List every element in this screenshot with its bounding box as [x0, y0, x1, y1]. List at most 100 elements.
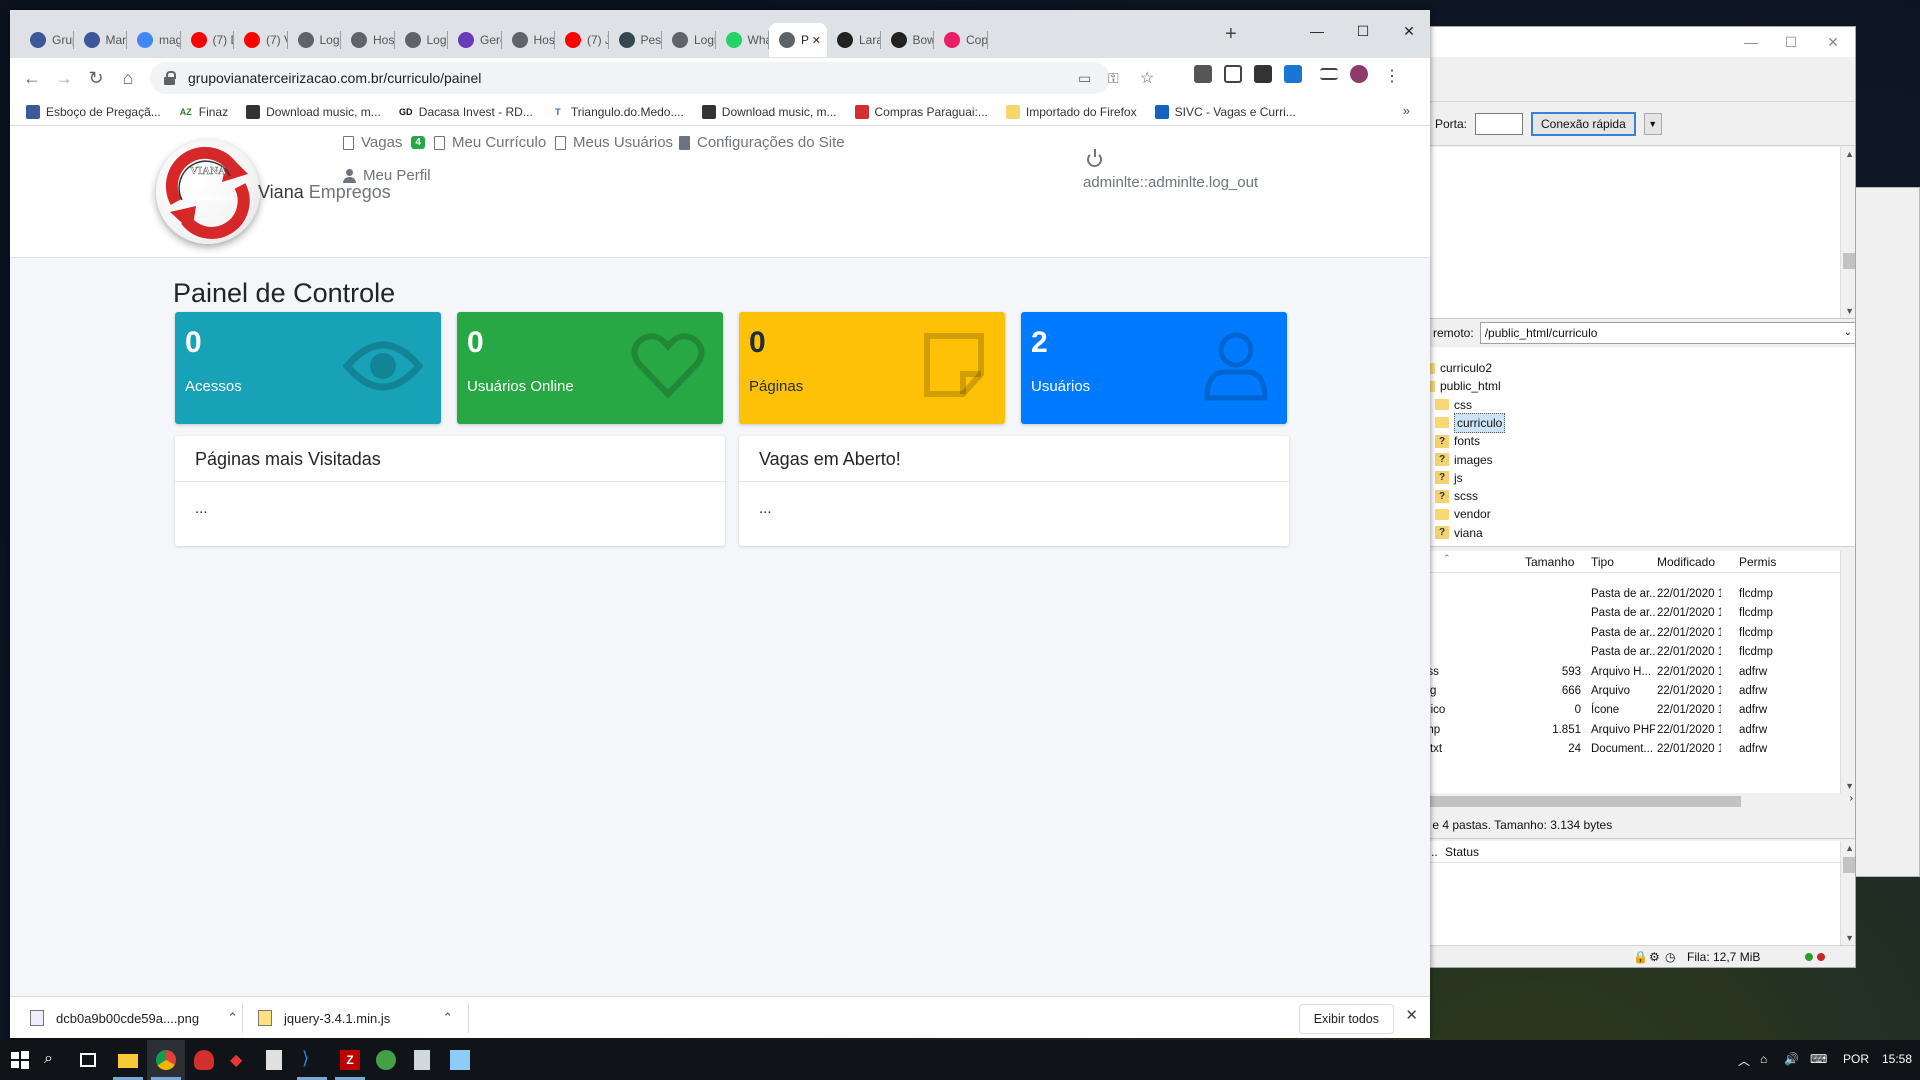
tab[interactable]: Gere — [448, 23, 502, 57]
app-git-icon[interactable]: ◆ — [230, 1050, 250, 1070]
star-icon[interactable]: ☆ — [1140, 68, 1154, 88]
tree-item[interactable]: ? js — [1435, 469, 1463, 487]
file-row[interactable]: rPasta de ar...22/01/2020 15:...flcdmp — [1421, 643, 1841, 662]
minimize-icon[interactable]: — — [1294, 16, 1340, 46]
calculator-icon[interactable] — [266, 1050, 282, 1070]
power-icon[interactable] — [1087, 149, 1102, 167]
tree-scrollbar[interactable] — [1845, 347, 1855, 546]
menu-dots-icon[interactable]: ⋮ — [1384, 66, 1400, 86]
site-brand[interactable]: Viana Empregos — [258, 182, 391, 203]
tab[interactable]: Larav — [827, 23, 881, 57]
file-explorer-icon[interactable] — [118, 1054, 138, 1068]
col-perms[interactable]: Permis — [1739, 555, 1776, 569]
tab[interactable]: P ✕ — [769, 23, 827, 57]
logout-link[interactable]: adminlte::adminlte.log_out — [1083, 174, 1258, 191]
volume-icon[interactable]: 🔊 — [1784, 1052, 1799, 1066]
bookmark-item[interactable]: AZ Finaz — [179, 105, 228, 119]
tab[interactable]: Bow — [881, 23, 934, 57]
filezilla-icon[interactable]: Z — [340, 1050, 360, 1070]
info-box-paginas[interactable]: 0 Páginas — [739, 312, 1005, 424]
chrome-icon[interactable] — [156, 1050, 176, 1070]
home-icon[interactable]: ⌂ — [112, 62, 144, 94]
address-bar[interactable]: grupovianaterceirizacao.com.br/curriculo… — [150, 62, 1154, 94]
port-input[interactable] — [1475, 112, 1524, 135]
windows-start-icon[interactable] — [10, 1050, 30, 1070]
bookmark-item[interactable]: SIVC - Vagas e Curri... — [1154, 104, 1296, 119]
tab[interactable]: Copy — [934, 23, 988, 57]
tab[interactable]: Grup — [20, 23, 74, 57]
cast-icon[interactable]: ▭ — [1078, 70, 1091, 87]
tree-item[interactable]: ? scss — [1435, 487, 1478, 505]
file-row[interactable]: s.txt24Document...22/01/2020 11:...adfrw — [1421, 740, 1841, 759]
clock[interactable]: 15:58 — [1882, 1052, 1912, 1066]
tab[interactable]: Logi — [395, 23, 448, 57]
file-list-hscrollbar[interactable]: › — [1421, 793, 1855, 810]
chevron-up-icon[interactable]: ⌃ — [442, 1010, 453, 1026]
close-icon[interactable]: ✕ — [1386, 16, 1430, 46]
tab[interactable]: Pess — [609, 23, 662, 57]
reading-list-icon[interactable] — [1320, 68, 1338, 80]
tree-item[interactable]: vendor — [1435, 505, 1491, 523]
col-type[interactable]: Tipo — [1591, 555, 1614, 569]
site-logo[interactable]: VIANA TERCEIRIZAÇÃO — [156, 140, 260, 244]
info-box-usuarios[interactable]: 2 Usuários — [1021, 312, 1287, 424]
download-item[interactable]: jquery-3.4.1.min.js ⌃ — [258, 1005, 453, 1031]
log-scrollbar[interactable]: ▲ ▼ — [1840, 147, 1855, 318]
nav-meu-perfil[interactable]: Meu Perfil — [343, 167, 431, 184]
bookmark-item[interactable]: Download music, m... — [701, 104, 837, 119]
file-row[interactable]: Pasta de ar...22/01/2020 11:... flcdmp — [1421, 585, 1841, 604]
tree-item[interactable]: ? images — [1435, 451, 1493, 469]
minimize-icon[interactable]: — — [1731, 31, 1771, 53]
file-row[interactable]: Pasta de ar...22/01/2020 11:... flcdmp — [1421, 604, 1841, 623]
tree-item[interactable]: public_html — [1421, 377, 1501, 395]
extension-screenshot-icon[interactable] — [1224, 65, 1242, 83]
lock-icon[interactable] — [164, 71, 176, 85]
remote-path-input[interactable]: /public_html/curriculo ⌄ — [1479, 322, 1855, 344]
forward-arrow-icon[interactable]: → — [48, 62, 80, 94]
keyboard-icon[interactable]: ⌨ — [1810, 1052, 1827, 1066]
extension-help-icon[interactable] — [1194, 65, 1212, 83]
back-arrow-icon[interactable]: ← — [16, 62, 48, 94]
maximize-icon[interactable]: ☐ — [1340, 16, 1386, 46]
queue-col-status[interactable]: Status — [1445, 845, 1479, 859]
tree-item[interactable]: ? viana — [1435, 524, 1483, 542]
search-icon[interactable]: ⌕ — [44, 1050, 64, 1070]
extension-sync-icon[interactable] — [1284, 65, 1302, 83]
col-size[interactable]: Tamanho — [1525, 555, 1574, 569]
tab[interactable]: Logi — [288, 23, 341, 57]
app-flame-icon[interactable] — [194, 1050, 214, 1070]
tree-item[interactable]: curriculo — [1435, 412, 1506, 433]
tab[interactable]: (7) Je — [555, 23, 609, 57]
info-box-acessos[interactable]: 0 Acessos — [175, 312, 441, 424]
file-row[interactable]: n.ico0Ícone22/01/2020 11:...adfrw — [1421, 701, 1841, 720]
nav-meus-usuarios[interactable]: Meus Usuários — [555, 134, 673, 151]
close-tab-icon[interactable]: ✕ — [812, 34, 821, 47]
tree-item[interactable]: ? fonts — [1435, 432, 1480, 450]
notepad-icon[interactable] — [414, 1050, 430, 1070]
tray-chevron-icon[interactable]: ︿ — [1738, 1052, 1750, 1069]
show-all-downloads-button[interactable]: Exibir todos — [1298, 1004, 1394, 1034]
tree-item[interactable]: curriculo2 — [1421, 359, 1492, 377]
tab[interactable]: magi — [127, 23, 181, 57]
avatar[interactable] — [1350, 65, 1368, 83]
queue-scrollbar[interactable]: ▲ ▼ — [1840, 841, 1855, 945]
file-row[interactable]: log666Arquivo22/01/2020 11:...adfrw — [1421, 682, 1841, 701]
task-view-icon[interactable] — [80, 1053, 96, 1067]
nav-meu-curriculo[interactable]: Meu Currículo — [434, 134, 546, 151]
file-list-scrollbar[interactable]: ▼ — [1840, 551, 1855, 793]
file-row[interactable]: ess593Arquivo H...22/01/2020 11:...adfrw — [1421, 663, 1841, 682]
bookmark-item[interactable]: Esboço de Pregaçã... — [26, 104, 161, 119]
tab[interactable]: Host — [502, 23, 555, 57]
bookmark-item[interactable]: GD Dacasa Invest - RD... — [399, 105, 533, 119]
tab[interactable]: Logi — [662, 23, 716, 57]
tab[interactable]: Host — [341, 23, 395, 57]
app-green-icon[interactable] — [376, 1050, 396, 1070]
chevron-up-icon[interactable]: ⌃ — [227, 1010, 238, 1026]
close-icon[interactable]: ✕ — [1813, 31, 1853, 53]
download-item[interactable]: dcb0a9b00cde59a....png ⌃ — [30, 1005, 238, 1031]
file-row[interactable]: php1.851Arquivo PHP22/01/2020 15:...adfr… — [1421, 721, 1841, 740]
tab[interactable]: (7) V — [234, 23, 288, 57]
network-icon[interactable]: ⌂ — [1760, 1052, 1767, 1066]
language-indicator[interactable]: POR — [1843, 1052, 1869, 1066]
bookmark-item[interactable]: Compras Paraguai:... — [854, 104, 988, 119]
